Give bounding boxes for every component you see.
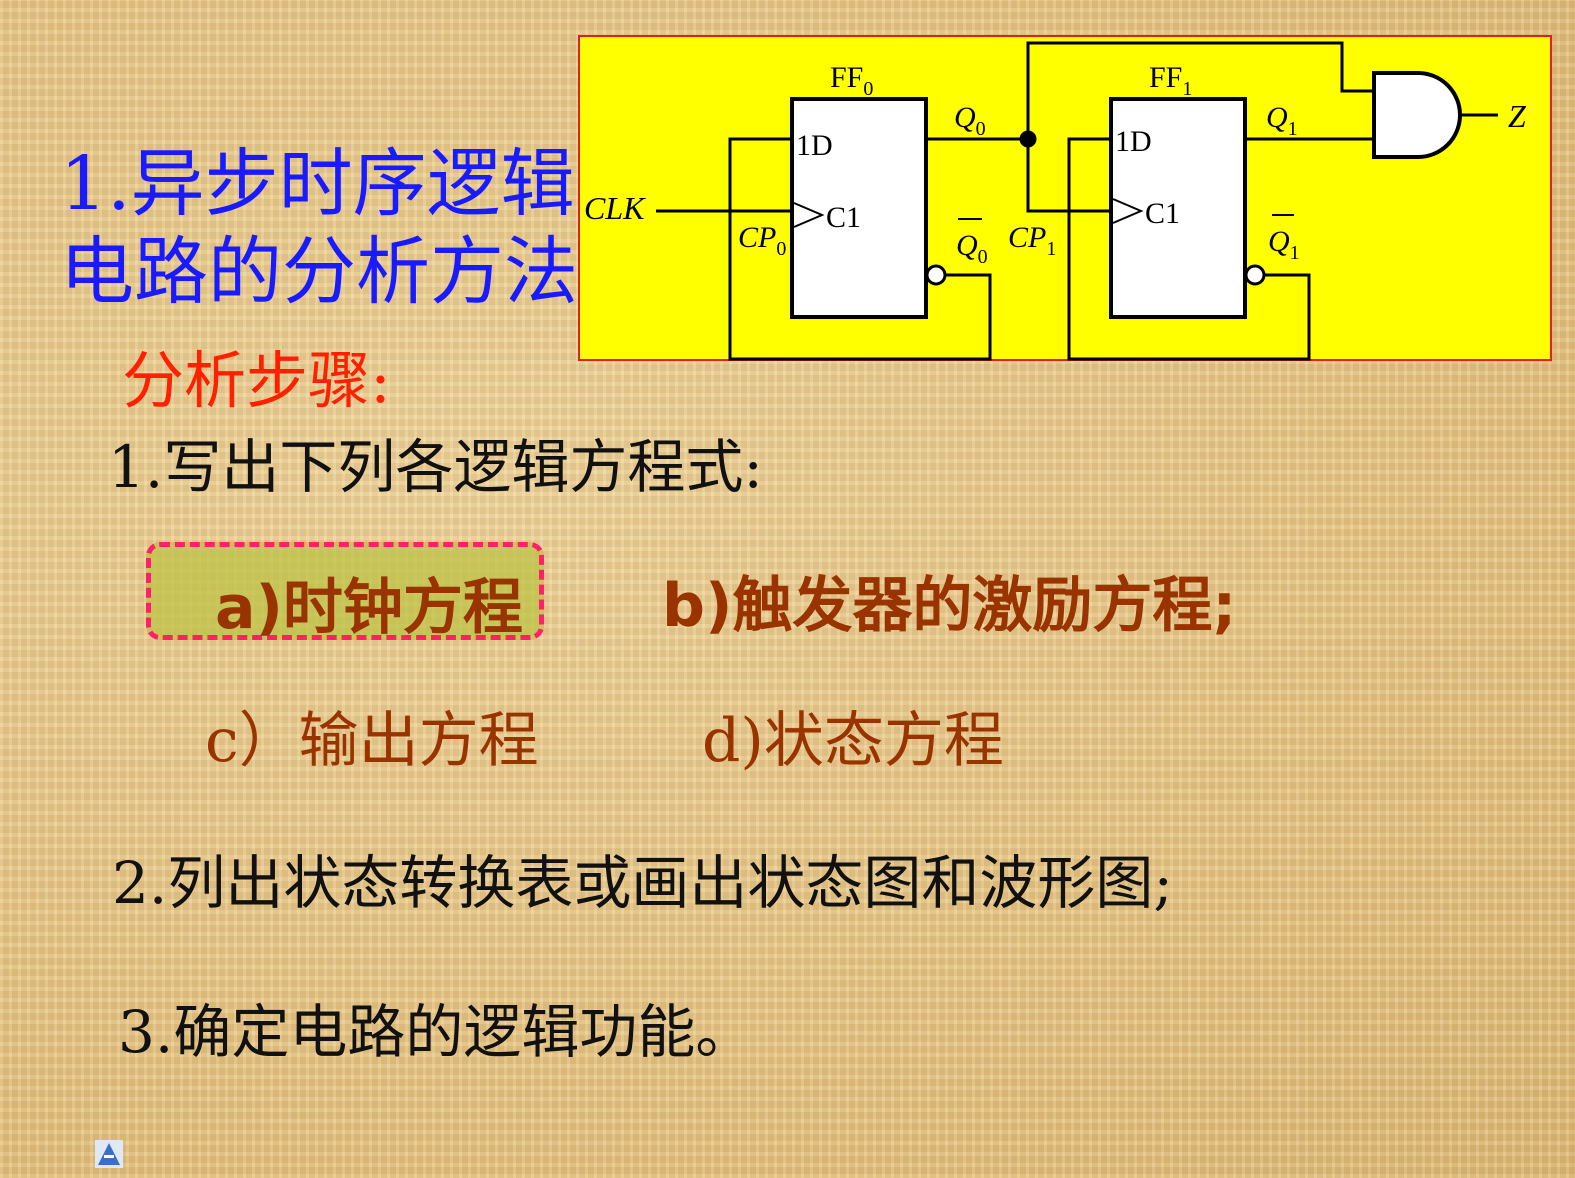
slide-title: 1.异步时序逻辑 电路的分析方法 [60,140,578,316]
clk-label: CLK [584,190,646,226]
sub-item-b: b)触发器的激励方程; [662,571,1237,641]
sub-item-a-highlight: a)时钟方程 [146,542,544,643]
cp1-label: CP1 [1008,221,1056,260]
sub-item-a: a)时钟方程 [215,573,523,643]
ff0-d-input-label: 1D [796,129,833,162]
sub-item-c: c）输出方程 [205,706,539,776]
sub-item-d: d)状态方程 [702,706,1004,776]
ff0-label: FF0 [830,61,873,100]
cp0-label: CP0 [738,221,786,260]
z-label: Z [1508,98,1527,134]
and-gate [1372,71,1462,159]
circuit-diagram: FF0 1D C1 FF1 1D C1 CLK CP0 Q0 Q0 CP1 Q1… [578,35,1552,361]
q1-label: Q1 [1266,101,1298,140]
q0bar-label: Q0 [956,229,988,268]
title-line-1: 1.异步时序逻辑 [60,141,575,227]
presentation-logo-icon [95,1140,123,1168]
steps-heading: 分析步骤: [122,344,391,417]
q0-label: Q0 [954,101,986,140]
ff1-qbar-bubble [1244,264,1266,286]
title-line-2: 电路的分析方法 [60,229,578,315]
ff1-label: FF1 [1149,61,1192,100]
ff1-clk-input-label: C1 [1145,197,1180,230]
ff0-clk-input-label: C1 [826,201,861,234]
step-3: 3.确定电路的逻辑功能。 [118,998,754,1066]
step-2: 2.列出状态转换表或画出状态图和波形图; [112,849,1173,917]
ff0-qbar-bubble [925,264,947,286]
step-1: 1.写出下列各逻辑方程式: [108,433,763,501]
q1bar-label: Q1 [1268,225,1300,264]
ff1-d-input-label: 1D [1115,125,1152,158]
